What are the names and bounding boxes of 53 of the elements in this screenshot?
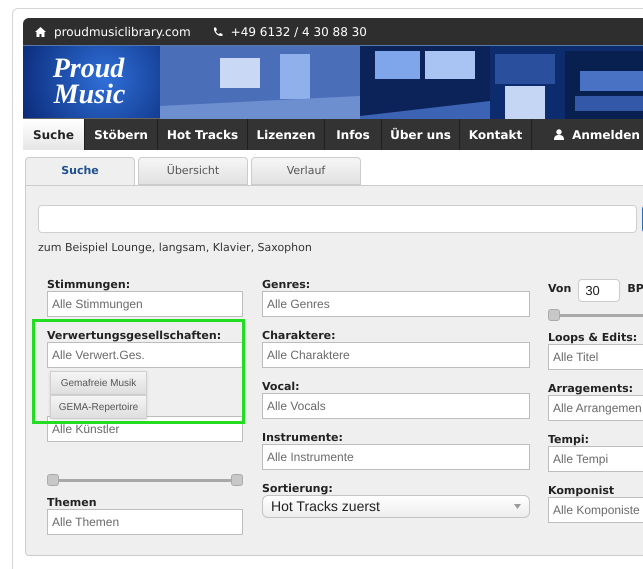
select-field[interactable]: Alle Verwert.Ges. [47, 342, 243, 368]
nav-item[interactable]: Suche [23, 119, 85, 150]
search-hint: zum Beispiel Lounge, langsam, Klavier, Saxophon [38, 241, 313, 255]
select-field[interactable]: Alle Titel [548, 344, 643, 370]
nav-item[interactable]: Infos [325, 119, 382, 150]
select-field[interactable]: Alle Tempi [548, 446, 643, 472]
home-icon [35, 26, 46, 36]
logo[interactable]: Proud Music [23, 46, 160, 118]
bpm-label: Von [548, 281, 572, 298]
range-slider[interactable] [47, 474, 243, 486]
field-label: Tempi: [548, 433, 590, 446]
nav-item[interactable]: Stöbern [85, 119, 158, 150]
tab[interactable]: Suche [25, 157, 135, 185]
slider-handle[interactable] [47, 474, 59, 486]
nav-item[interactable]: Hot Tracks [158, 119, 248, 150]
dropdown-option[interactable]: GEMA-Repertoire [50, 395, 147, 419]
phone-number: +49 6132 / 4 30 88 30 [230, 24, 367, 40]
field-label: Sortierung: [262, 482, 334, 495]
select-field[interactable]: Alle Arrangemen [548, 395, 643, 421]
field-label: Stimmungen: [47, 278, 132, 291]
slider-handle[interactable] [231, 474, 243, 486]
select-field[interactable]: Alle Stimmungen [47, 291, 243, 317]
select-field[interactable]: Alle Vocals [262, 393, 530, 419]
select-field[interactable]: Alle Komponiste [548, 497, 643, 523]
field-label: Loops & Edits: [548, 331, 638, 344]
nav-item[interactable]: Lizenzen [248, 119, 325, 150]
select-field[interactable]: Alle Instrumente [262, 444, 530, 470]
slider-handle[interactable] [548, 309, 560, 321]
field-label: Instrumente: [262, 431, 344, 444]
sort-dropdown[interactable]: Hot Tracks zuerst [262, 495, 530, 518]
search-field[interactable] [38, 205, 637, 233]
field-label: Vocal: [262, 380, 301, 393]
tab[interactable]: Verlauf [251, 157, 361, 185]
field-label: Charaktere: [262, 329, 336, 342]
select-field[interactable]: Alle Charaktere [262, 342, 530, 368]
field-label: Verwertungsgesellschaften: [47, 329, 222, 342]
select-field[interactable]: Alle Themen [47, 509, 243, 535]
nav-item[interactable]: Anmelden [532, 119, 643, 150]
field-label: Arragements: [548, 382, 634, 395]
field-label: Komponist [548, 484, 616, 497]
user-icon [554, 129, 564, 140]
dropdown-option[interactable]: Gemafreie Musik [50, 371, 147, 395]
field-label: Genres: [262, 278, 312, 291]
bpm-field[interactable]: 30 [578, 279, 620, 302]
tab[interactable]: Übersicht [138, 157, 248, 185]
nav-item[interactable]: Kontakt [460, 119, 532, 150]
caret-icon [514, 504, 521, 509]
nav-item[interactable]: Über uns [382, 119, 460, 150]
bpm-unit: BP [627, 281, 643, 298]
website-text: proudmusiclibrary.com [54, 24, 191, 40]
select-field[interactable]: Alle Genres [262, 291, 530, 317]
phone-icon [212, 26, 223, 36]
field-label: Themen [47, 496, 98, 509]
